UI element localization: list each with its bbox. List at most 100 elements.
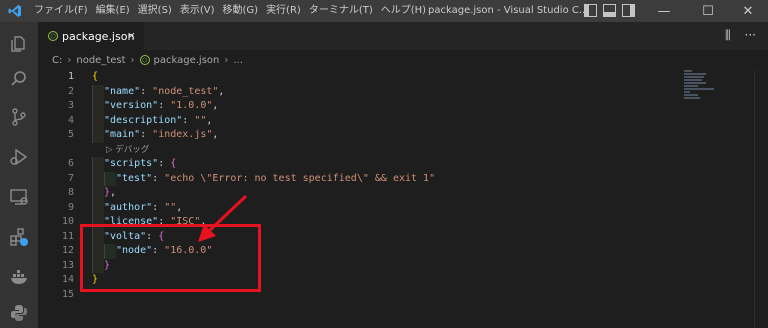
menu-bar: ファイル(F) 編集(E) 選択(S) 表示(V) 移動(G) 実行(R) ター… [30,0,430,22]
breadcrumb-more[interactable]: ... [233,55,243,66]
line-number: 4 [67,114,74,126]
vertical-scrollbar[interactable] [754,70,768,328]
code-line-3: "version": "1.0.0", [92,99,672,114]
line-number: 13 [61,259,74,271]
line-number: 1 [67,71,74,82]
split-editor-icon[interactable]: ⫼ [725,28,731,43]
menu-terminal[interactable]: ターミナル(T) [305,0,377,22]
json-key: "version" [104,100,159,111]
close-window-button[interactable]: ✕ [726,0,768,22]
code-line-6: "scripts": { [92,157,672,172]
code-line-9: "author": "", [92,200,672,215]
code-line-2: "name": "node_test", [92,84,672,99]
code-line-5: "main": "index.js", [92,128,672,143]
line-number: 9 [67,201,74,213]
json-key: "license" [104,216,159,227]
python-icon[interactable] [0,294,38,328]
line-number: 8 [67,187,74,198]
more-actions-icon[interactable]: ··· [745,28,756,43]
minimize-button[interactable]: — [642,0,686,22]
json-key: "node" [116,245,153,256]
json-key: "main" [104,129,141,140]
code-line-11: "volta": { [92,229,672,244]
menu-view[interactable]: 表示(V) [176,0,219,22]
json-value: "index.js" [152,129,213,140]
json-value: "" [194,114,207,126]
menu-selection[interactable]: 選択(S) [134,0,176,22]
breadcrumb-drive[interactable]: C: [52,55,62,66]
json-value: "16.0.0" [164,245,213,256]
menu-help[interactable]: ヘルプ(H) [377,0,430,22]
vscode-logo-icon [0,0,30,22]
tab-bar: ⬡ package.json × ⫼ ··· [38,22,768,50]
code-line-1: { [92,71,99,82]
remote-explorer-icon[interactable] [0,178,38,216]
extensions-icon[interactable] [0,218,38,256]
menu-go[interactable]: 移動(G) [219,0,263,22]
breadcrumb-file[interactable]: package.json [154,55,220,66]
code-lines: { "name": "node_test", "version": "1.0.0… [92,70,672,302]
chevron-right-icon: › [224,54,229,66]
json-key: "description" [104,114,183,126]
line-number: 5 [67,129,74,140]
line-number: 6 [67,158,74,169]
maximize-button[interactable]: ☐ [686,0,730,22]
debug-codelens[interactable]: ▷ デバッグ [92,143,672,158]
search-icon[interactable] [0,60,38,98]
minimap[interactable] [684,70,754,110]
code-line-7: "test": "echo \"Error: no test specified… [92,171,672,186]
chevron-right-icon: › [130,54,135,66]
breadcrumb-folder[interactable]: node_test [76,55,125,66]
layout-controls [584,4,635,17]
tab-label: package.json [62,29,135,43]
json-key: "volta" [104,230,147,242]
json-key: "scripts" [104,158,159,169]
close-tab-icon[interactable]: × [127,29,136,42]
code-line-13: } [92,258,672,273]
chevron-right-icon: › [67,54,72,66]
nodejs-file-icon: ⬡ [48,31,58,41]
code-editor[interactable]: 1 2 3 4 5 6 7 8 9 10 11 12 13 14 15 { "n… [38,70,768,328]
menu-run[interactable]: 実行(R) [262,0,305,22]
line-number: 11 [61,230,74,242]
window-title: package.json - Visual Studio C... [428,5,589,16]
json-value: "ISC" [170,216,201,227]
json-key: "test" [116,172,153,184]
line-number: 10 [61,216,74,227]
code-line-4: "description": "", [92,113,672,128]
nodejs-file-icon: ⬡ [139,55,150,65]
toggle-primary-sidebar-icon[interactable] [584,4,597,17]
line-number-gutter: 1 2 3 4 5 6 7 8 9 10 11 12 13 14 15 [38,70,74,302]
code-line-10: "license": "ISC", [92,215,672,230]
code-line-8: }, [92,186,672,201]
menu-edit[interactable]: 編集(E) [92,0,134,22]
json-key: "author" [104,201,153,213]
line-number: 14 [61,274,74,285]
line-number: 2 [67,85,74,97]
menu-file[interactable]: ファイル(F) [30,0,92,22]
run-debug-icon[interactable] [0,138,38,176]
json-value: "1.0.0" [170,100,213,111]
json-value: "echo \"Error: no test specified\" && ex… [164,172,436,184]
toggle-panel-icon[interactable] [603,4,616,17]
line-number: 3 [67,100,74,111]
tab-package-json[interactable]: ⬡ package.json × [38,22,144,50]
docker-icon[interactable] [0,258,38,296]
json-key: "name" [104,85,141,97]
code-line-14: } [92,274,99,285]
line-number: 7 [67,172,74,184]
title-bar: ファイル(F) 編集(E) 選択(S) 表示(V) 移動(G) 実行(R) ター… [0,0,768,22]
line-number: 15 [61,288,74,300]
source-control-icon[interactable] [0,98,38,136]
editor-actions: ⫼ ··· [725,28,756,43]
explorer-icon[interactable] [0,24,38,62]
json-value: "" [164,201,177,213]
breadcrumb: C: › node_test › ⬡ package.json › ... [38,50,768,70]
code-line-12: "node": "16.0.0" [92,244,672,259]
activity-bar [0,22,38,328]
codelens-spacer [38,143,74,158]
json-value: "node_test" [152,85,219,97]
toggle-secondary-sidebar-icon[interactable] [622,4,635,17]
line-number: 12 [61,245,74,256]
